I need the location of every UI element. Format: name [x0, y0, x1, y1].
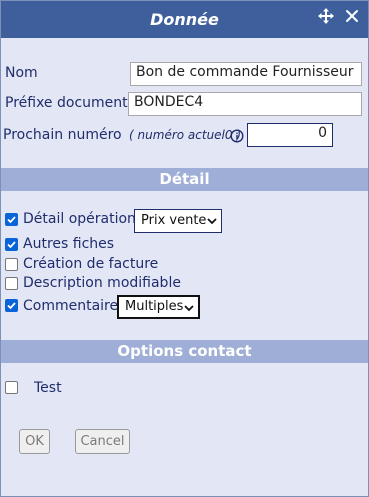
description-modifiable-checkbox[interactable] — [5, 277, 18, 290]
prefixe-input[interactable]: BONDEC4 — [128, 92, 362, 116]
info-icon[interactable] — [230, 129, 244, 143]
cancel-button[interactable]: Cancel — [75, 429, 130, 454]
move-icon[interactable] — [317, 7, 335, 25]
detail-operation-label[interactable]: Détail opération — [23, 211, 136, 227]
test-checkbox[interactable] — [5, 381, 18, 394]
prochain-label: Prochain numéro ( numéro actuel0 ) — [3, 127, 241, 143]
close-icon[interactable] — [344, 7, 360, 25]
commentaire-select[interactable]: Multiples — [117, 295, 200, 319]
section-detail: Détail — [1, 168, 368, 191]
dialog-title: Donnée — [150, 10, 219, 29]
creation-facture-label[interactable]: Création de facture — [23, 256, 158, 272]
prochain-label-text: Prochain numéro — [3, 127, 122, 143]
autres-fiches-checkbox[interactable] — [5, 238, 18, 251]
nom-label: Nom — [5, 65, 38, 81]
nom-input[interactable]: Bon de commande Fournisseur — [130, 62, 362, 86]
commentaire-label[interactable]: Commentaire — [23, 298, 118, 314]
description-modifiable-label[interactable]: Description modifiable — [23, 275, 181, 291]
section-options-contact: Options contact — [1, 340, 368, 363]
creation-facture-checkbox[interactable] — [5, 258, 18, 271]
dialog: Donnée Nom Bon de commande Fournisseur P… — [0, 0, 369, 497]
prochain-hint: ( numéro actuel0 ) — [129, 128, 242, 142]
title-bar[interactable]: Donnée — [1, 1, 368, 38]
detail-operation-select-value: Prix vente — [141, 213, 207, 228]
detail-operation-select[interactable]: Prix vente — [134, 209, 222, 233]
prochain-input[interactable]: 0 — [247, 123, 333, 147]
ok-button[interactable]: OK — [19, 429, 50, 454]
chevron-down-icon — [184, 305, 194, 312]
test-label[interactable]: Test — [34, 380, 62, 396]
chevron-down-icon — [207, 218, 217, 225]
commentaire-select-value: Multiples — [125, 299, 184, 314]
prefixe-label: Préfixe document — [5, 95, 128, 111]
commentaire-checkbox[interactable] — [5, 299, 18, 312]
detail-operation-checkbox[interactable] — [5, 213, 18, 226]
autres-fiches-label[interactable]: Autres fiches — [23, 236, 114, 252]
